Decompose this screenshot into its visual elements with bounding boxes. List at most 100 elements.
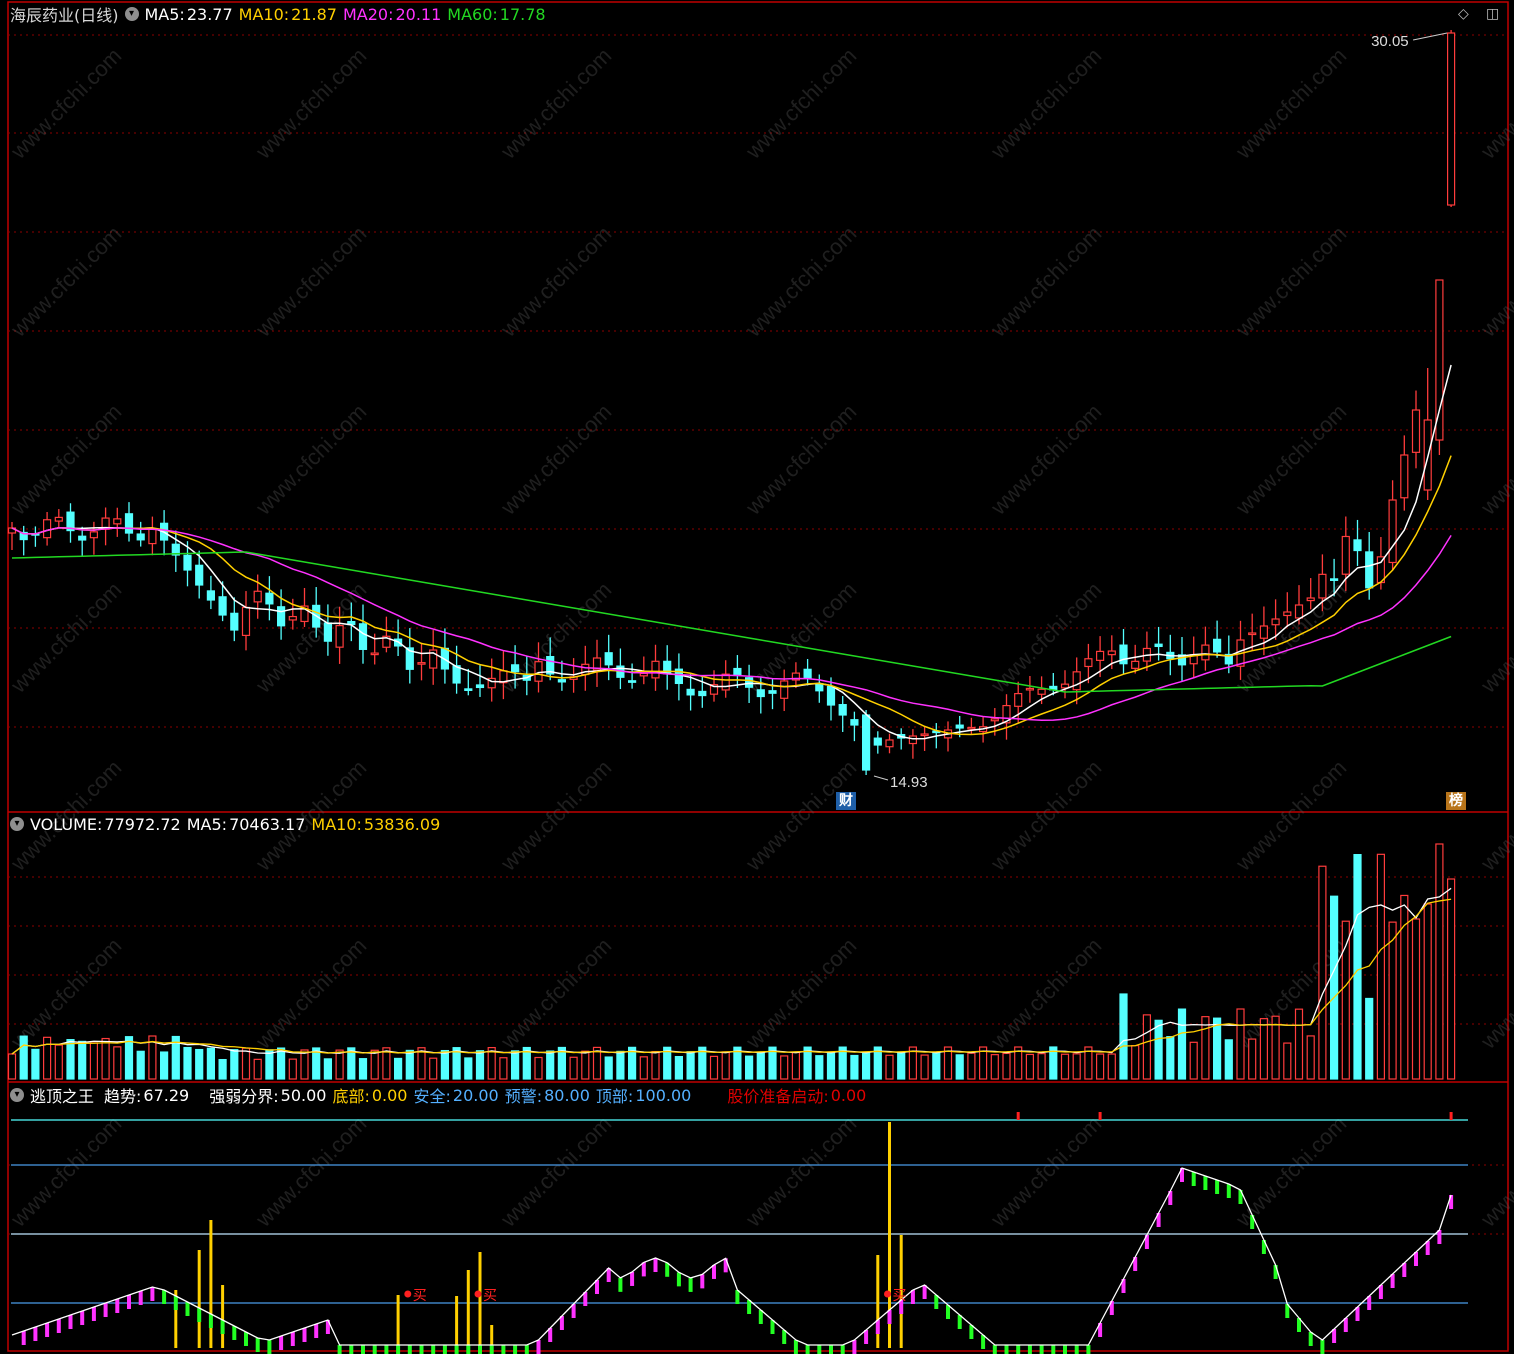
volume-bar [1142, 1014, 1152, 1080]
volume-bar [616, 1050, 625, 1080]
volume-bar [791, 1051, 801, 1080]
candle-body [768, 690, 777, 694]
high-pointer [1412, 32, 1448, 41]
candle-body [1060, 683, 1070, 689]
candle-body [1271, 618, 1280, 626]
volume-bar [955, 1054, 964, 1080]
watermark: www.cfchi.com [740, 755, 861, 876]
watermark: www.cfchi.com [740, 1111, 861, 1232]
candle-body [42, 519, 52, 539]
candle-body [323, 622, 332, 642]
diamond-icon[interactable]: ◇ [1458, 6, 1469, 22]
candle-body [230, 612, 239, 631]
volume-bar [569, 1056, 578, 1080]
volume-bar [1177, 1008, 1187, 1080]
candle-body [1201, 644, 1210, 661]
window-restore-icon[interactable]: ◫ [1486, 6, 1499, 22]
candle-body [756, 689, 765, 698]
leaderboard-marker[interactable]: 榜 [1446, 792, 1466, 810]
candle-body [113, 518, 122, 525]
candle-body [861, 714, 871, 771]
candle-body [1341, 535, 1350, 575]
volume-bar [1072, 1053, 1081, 1080]
candle-body [195, 564, 204, 586]
watermark: www.cfchi.com [495, 399, 616, 520]
watermark: www.cfchi.com [5, 1111, 126, 1232]
watermark: www.cfchi.com [5, 577, 126, 698]
watermark: www.cfchi.com [250, 1111, 371, 1232]
volume-bar [1259, 1018, 1269, 1080]
watermark: www.cfchi.com [250, 221, 371, 342]
buy-signal-dot [474, 1290, 482, 1298]
watermark: www.cfchi.com [985, 755, 1106, 876]
candle-body [335, 624, 344, 648]
buy-signal-dot [404, 1290, 412, 1298]
ma20-line [11, 527, 1452, 721]
watermark: www.cfchi.com [1230, 755, 1351, 876]
candle-body [1037, 688, 1046, 695]
candle-body [1446, 32, 1456, 206]
candle-body [1259, 625, 1269, 639]
volume-bar [932, 1052, 941, 1080]
volume-bar [183, 1046, 192, 1080]
watermark: www.cfchi.com [5, 399, 126, 520]
candle-body [908, 735, 918, 745]
candle-body [1318, 573, 1327, 599]
indicator-dropdown-icon[interactable]: ▾ [10, 1088, 24, 1102]
volume-bar [1376, 853, 1386, 1080]
volume-bar [66, 1039, 75, 1080]
candle-body [557, 679, 567, 683]
watermark: www.cfchi.com [495, 755, 616, 876]
volume-bar [54, 1044, 63, 1080]
volume-bar [230, 1049, 239, 1080]
volume-bar [1423, 903, 1432, 1080]
watermark: www.cfchi.com [985, 1111, 1106, 1232]
candle-body [1212, 638, 1222, 653]
volume-bar [1318, 865, 1327, 1080]
bottom-label: 底部: [332, 1087, 370, 1106]
candle-body [733, 667, 742, 677]
start-value: 0.00 [830, 1085, 867, 1105]
watermark: www.cfchi.com [740, 933, 861, 1054]
indicator-name: 逃顶之王 [30, 1087, 95, 1106]
ma5-value: 23.77 [186, 4, 233, 24]
volume-bar [1435, 843, 1444, 1080]
watermark: www.cfchi.com [5, 43, 126, 164]
volume-bar [195, 1048, 204, 1080]
candle-body [475, 684, 485, 689]
start-label: 股价准备启动: [727, 1087, 829, 1106]
volume-ma5-value: 70463.17 [229, 814, 306, 834]
volume-dropdown-icon[interactable]: ▾ [10, 817, 24, 831]
settings-dropdown-icon[interactable]: ▾ [124, 7, 139, 21]
candle-body [1084, 658, 1093, 668]
candle-body [1400, 454, 1409, 499]
volume-bar [1119, 993, 1128, 1080]
volume-bar [1154, 1019, 1163, 1080]
financial-report-marker[interactable]: 财 [836, 792, 856, 810]
candle-body [780, 680, 789, 699]
watermark: www.cfchi.com [740, 577, 861, 698]
watermark: www.cfchi.com [1230, 1111, 1351, 1232]
ma10-value: 21.87 [291, 4, 337, 24]
candle-body [54, 516, 63, 522]
volume-bar [405, 1049, 414, 1080]
watermark: www.cfchi.com [740, 43, 861, 164]
volume-bar [534, 1056, 543, 1080]
volume-bar [429, 1057, 438, 1080]
divide-label: 强弱分界: [209, 1087, 279, 1106]
buy-signal-label: 买 [893, 1288, 907, 1304]
candle-body [955, 724, 964, 729]
volume-bar [1388, 921, 1397, 1080]
volume-bar [1283, 1042, 1292, 1080]
candle-body [1014, 693, 1023, 707]
candle-body [850, 719, 859, 726]
warn-label: 预警: [504, 1087, 543, 1106]
watermark: www.cfchi.com [985, 221, 1106, 342]
volume-bar [89, 1042, 99, 1080]
indicator-panel-header: ▾ 逃顶之王 趋势: 67.29 强弱分界: 50.00 底部: 0.00 安全: 20… [10, 1084, 866, 1106]
candle-body [1072, 671, 1081, 691]
buy-signal-dot [884, 1290, 891, 1298]
kline-chart-canvas[interactable]: www.cfchi.com www.cfchi.com www.cfchi.com w… [0, 0, 1514, 1354]
bottom-value: 0.00 [371, 1085, 408, 1105]
volume-label: VOLUME: [30, 814, 103, 834]
